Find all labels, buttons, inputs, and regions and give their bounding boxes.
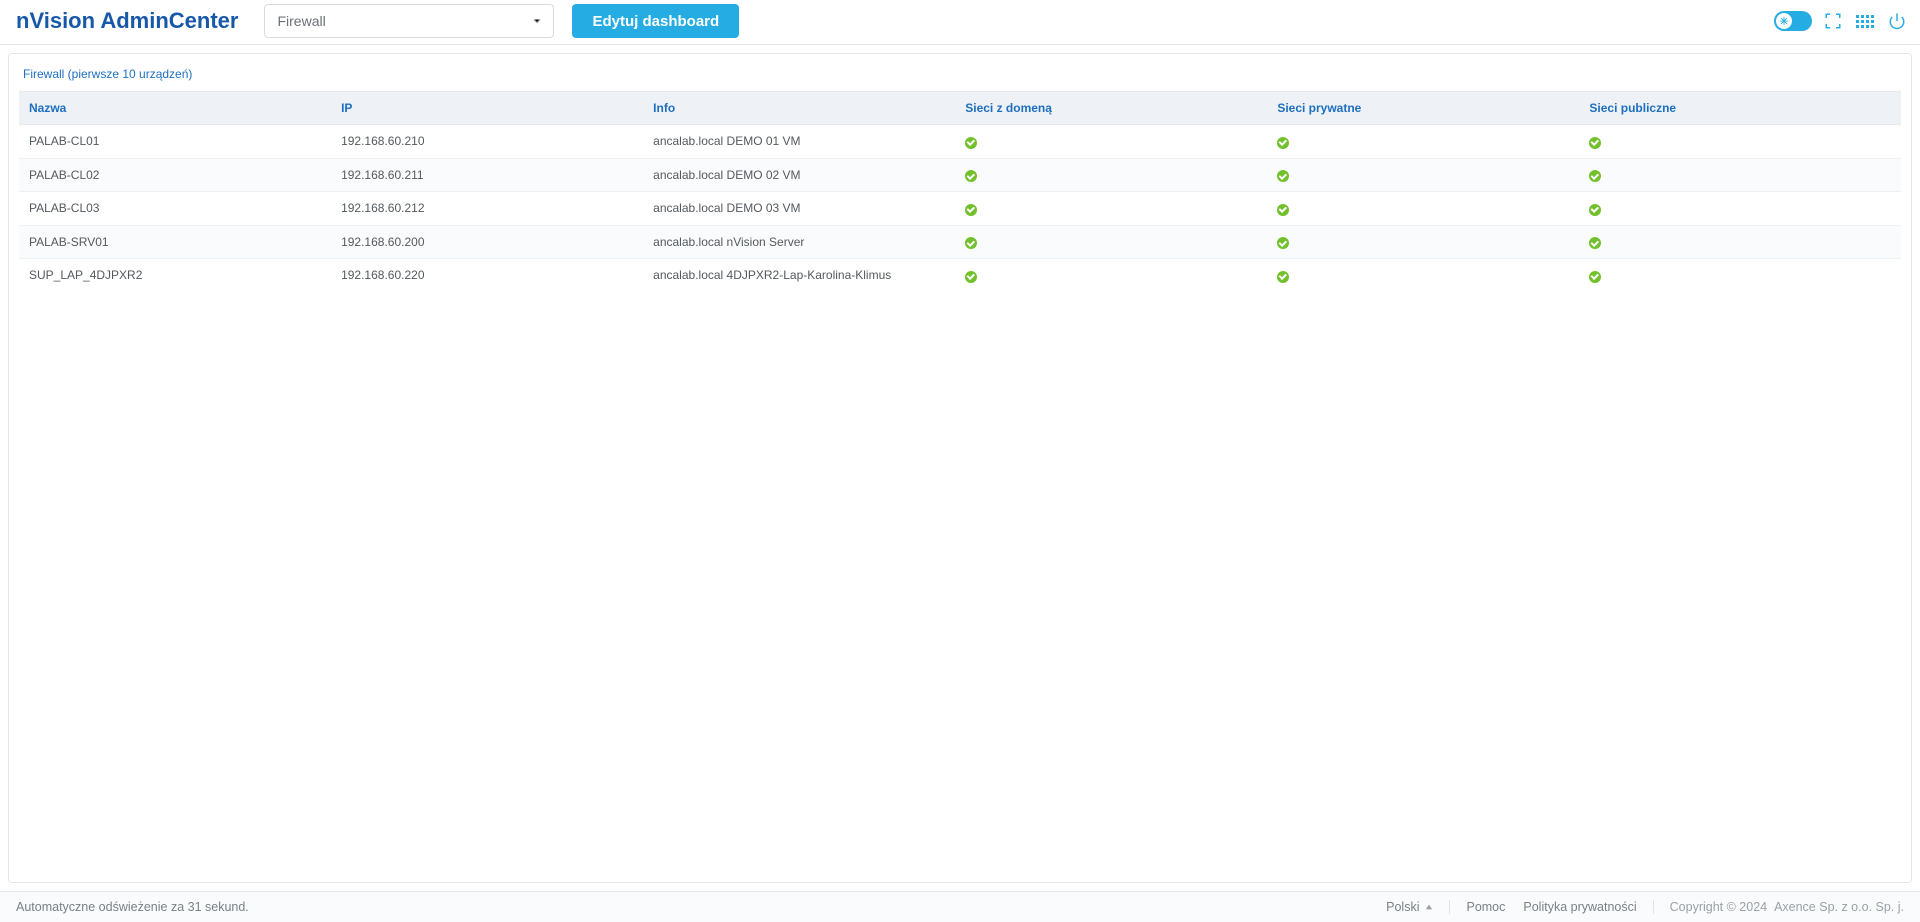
cell-domain [955,259,1267,292]
cell-domain [955,192,1267,226]
cell-domain [955,158,1267,192]
caret-up-icon [1425,903,1433,911]
status-ok-icon [1589,237,1601,249]
chevron-down-icon [531,15,543,27]
cell-ip: 192.168.60.211 [331,158,643,192]
cell-name: PALAB-SRV01 [19,225,331,259]
cell-public [1579,259,1901,292]
language-selector[interactable]: Polski [1386,900,1450,914]
table-row[interactable]: PALAB-CL01192.168.60.210ancalab.local DE… [19,125,1901,159]
cell-info: ancalab.local DEMO 02 VM [643,158,955,192]
cell-public [1579,192,1901,226]
cell-public [1579,125,1901,159]
edit-dashboard-button[interactable]: Edytuj dashboard [572,4,739,38]
footer: Automatyczne odświeżenie za 31 sekund. P… [0,891,1920,922]
status-ok-icon [1277,170,1289,182]
cell-private [1267,192,1579,226]
cell-info: ancalab.local nVision Server [643,225,955,259]
status-ok-icon [1277,237,1289,249]
dashboard-select[interactable]: Firewall [264,4,554,38]
content: Firewall (pierwsze 10 urządzeń) Nazwa IP… [0,45,1920,891]
status-ok-icon [1277,204,1289,216]
firewall-table: Nazwa IP Info Sieci z domeną Sieci prywa… [19,91,1901,292]
cell-ip: 192.168.60.200 [331,225,643,259]
status-ok-icon [1589,137,1601,149]
topbar-actions [1774,10,1908,32]
cell-name: SUP_LAP_4DJPXR2 [19,259,331,292]
cell-name: PALAB-CL01 [19,125,331,159]
auto-refresh-status: Automatyczne odświeżenie za 31 sekund. [16,900,249,914]
cell-ip: 192.168.60.210 [331,125,643,159]
app-logo: nVision AdminCenter [16,8,238,34]
copyright: Copyright © 2024 Axence Sp. z o.o. Sp. j… [1670,900,1904,914]
cell-domain [955,225,1267,259]
language-label: Polski [1386,900,1419,914]
status-ok-icon [965,204,977,216]
privacy-link[interactable]: Polityka prywatności [1523,900,1636,914]
status-ok-icon [1277,137,1289,149]
grid-icon [1856,15,1874,28]
table-row[interactable]: PALAB-CL02192.168.60.211ancalab.local DE… [19,158,1901,192]
table-row[interactable]: PALAB-SRV01192.168.60.200ancalab.local n… [19,225,1901,259]
cell-private [1267,125,1579,159]
col-header-info[interactable]: Info [643,92,955,125]
status-ok-icon [1589,170,1601,182]
cell-domain [955,125,1267,159]
col-header-ip[interactable]: IP [331,92,643,125]
status-ok-icon [965,170,977,182]
cell-name: PALAB-CL03 [19,192,331,226]
cell-info: ancalab.local DEMO 03 VM [643,192,955,226]
status-ok-icon [965,237,977,249]
status-ok-icon [1277,271,1289,283]
apps-grid-button[interactable] [1854,10,1876,32]
cell-name: PALAB-CL02 [19,158,331,192]
cell-info: ancalab.local DEMO 01 VM [643,125,955,159]
cell-info: ancalab.local 4DJPXR2-Lap-Karolina-Klimu… [643,259,955,292]
cell-public [1579,158,1901,192]
firewall-panel: Firewall (pierwsze 10 urządzeń) Nazwa IP… [8,53,1912,883]
cell-ip: 192.168.60.220 [331,259,643,292]
table-header-row: Nazwa IP Info Sieci z domeną Sieci prywa… [19,92,1901,125]
footer-links: Pomoc Polityka prywatności [1466,900,1653,914]
snowflake-icon [1776,13,1792,29]
status-ok-icon [1589,204,1601,216]
status-ok-icon [965,271,977,283]
cell-private [1267,225,1579,259]
dashboard-select-value: Firewall [277,13,325,29]
table-row[interactable]: SUP_LAP_4DJPXR2192.168.60.220ancalab.loc… [19,259,1901,292]
status-ok-icon [1589,271,1601,283]
table-row[interactable]: PALAB-CL03192.168.60.212ancalab.local DE… [19,192,1901,226]
cell-public [1579,225,1901,259]
col-header-public[interactable]: Sieci publiczne [1579,92,1901,125]
status-ok-icon [965,137,977,149]
cell-ip: 192.168.60.212 [331,192,643,226]
topbar: nVision AdminCenter Firewall Edytuj dash… [0,0,1920,45]
col-header-name[interactable]: Nazwa [19,92,331,125]
auto-refresh-toggle[interactable] [1774,11,1812,31]
help-link[interactable]: Pomoc [1466,900,1505,914]
panel-title-link[interactable]: Firewall (pierwsze 10 urządzeń) [23,67,192,81]
col-header-domain[interactable]: Sieci z domeną [955,92,1267,125]
cell-private [1267,158,1579,192]
col-header-private[interactable]: Sieci prywatne [1267,92,1579,125]
fullscreen-button[interactable] [1822,10,1844,32]
cell-private [1267,259,1579,292]
panel-title: Firewall (pierwsze 10 urządzeń) [9,54,1911,91]
power-button[interactable] [1886,10,1908,32]
